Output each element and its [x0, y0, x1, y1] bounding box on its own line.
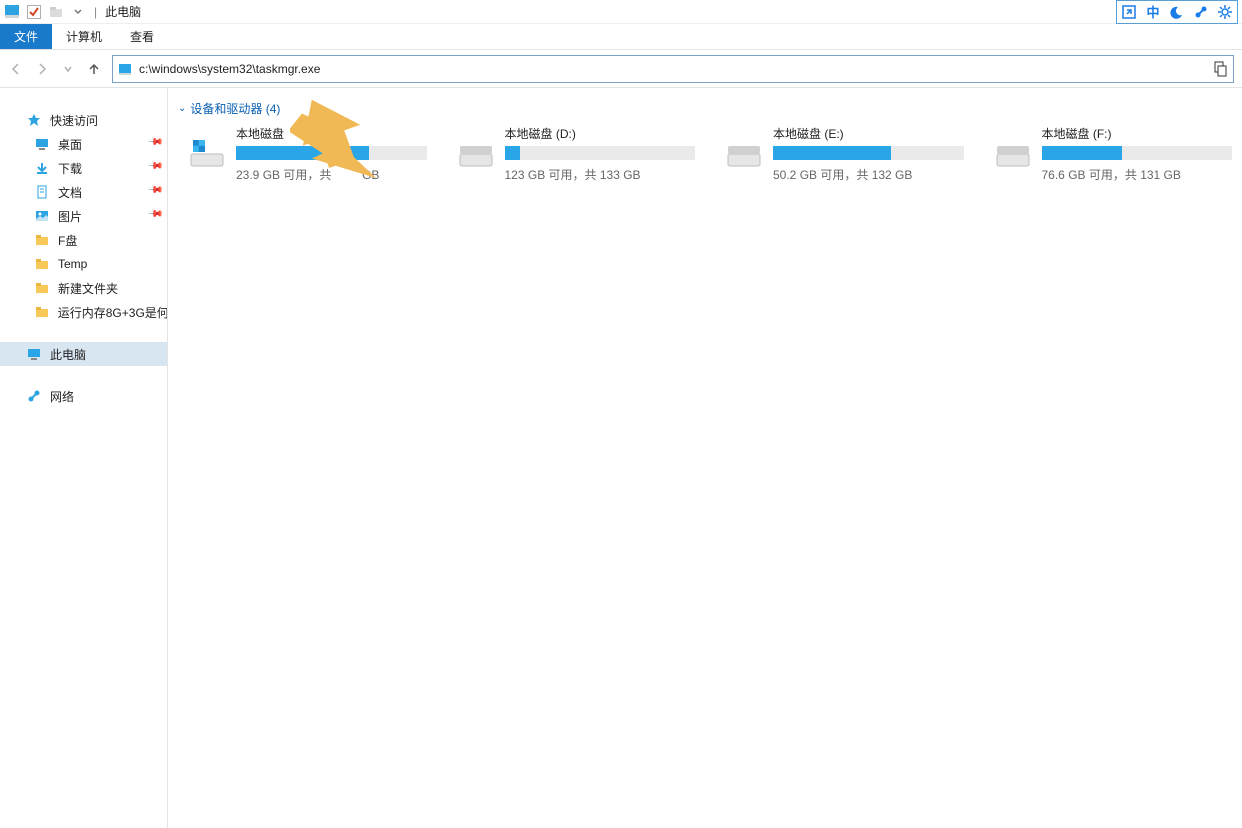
sidebar-item-label: 图片 [58, 208, 82, 225]
nav-forward-button[interactable] [34, 61, 50, 77]
tab-view[interactable]: 查看 [116, 24, 168, 49]
sidebar-pinned-list: 桌面 📌 下载 📌 文档 📌 图片 📌 [0, 132, 167, 324]
capacity-bar [236, 146, 427, 160]
title-separator: | [94, 5, 97, 19]
drive-icon [457, 135, 495, 173]
title-bar: | 此电脑 中 [0, 0, 1242, 24]
section-header-label: 设备和驱动器 (4) [190, 100, 280, 117]
sidebar-item-label: Temp [58, 257, 87, 271]
network-icon [26, 388, 42, 404]
drive-icon [725, 135, 763, 173]
sidebar-item-label: 桌面 [58, 136, 82, 153]
capacity-bar [773, 146, 964, 160]
sidebar-this-pc[interactable]: 此电脑 [0, 342, 167, 366]
capacity-fill [773, 146, 891, 160]
sidebar-item-label: 网络 [50, 388, 74, 405]
sidebar-item-label: 下载 [58, 160, 82, 177]
sidebar-item-downloads[interactable]: 下载 📌 [0, 156, 167, 180]
capacity-fill [1042, 146, 1122, 160]
capacity-fill [505, 146, 520, 160]
drive-name: 本地磁盘 (E:) [773, 125, 964, 142]
sidebar-item-pictures[interactable]: 图片 📌 [0, 204, 167, 228]
ribbon-tabs: 文件 计算机 查看 [0, 24, 1242, 50]
drive-stats: 23.9 GB 可用，共 xxxx GB [236, 166, 427, 183]
drive-name: 本地磁盘 (F:) [1042, 125, 1233, 142]
download-icon [34, 160, 50, 176]
drive-stats: 76.6 GB 可用，共 131 GB [1042, 166, 1233, 183]
drive-stats: 123 GB 可用，共 133 GB [505, 166, 696, 183]
drive-item[interactable]: 本地磁盘 (D:) 123 GB 可用，共 133 GB [457, 125, 696, 183]
tab-file[interactable]: 文件 [0, 24, 52, 49]
folder-icon [34, 280, 50, 296]
drive-icon [994, 135, 1032, 173]
drive-item[interactable]: 本地磁盘 (F:) 76.6 GB 可用，共 131 GB [994, 125, 1233, 183]
pictures-icon [34, 208, 50, 224]
drive-name: 本地磁盘 (D:) [505, 125, 696, 142]
pin-icon: 📌 [146, 182, 163, 199]
moon-icon[interactable] [1165, 1, 1189, 23]
drive-os-icon [188, 135, 226, 173]
drive-grid: 本地磁盘 23.9 GB 可用，共 xxxx GB 本地磁盘 (D:) [188, 125, 1232, 183]
copy-path-icon[interactable] [1211, 60, 1229, 78]
address-bar-icon [117, 61, 133, 77]
nav-recent-dropdown[interactable] [60, 61, 76, 77]
nav-row: c:\windows\system32\taskmgr.exe [0, 50, 1242, 88]
link-icon[interactable] [1189, 1, 1213, 23]
section-header-devices[interactable]: ⌄ 设备和驱动器 (4) [178, 100, 1232, 117]
drive-stats: 50.2 GB 可用，共 132 GB [773, 166, 964, 183]
capacity-bar [1042, 146, 1233, 160]
window-title: 此电脑 [105, 3, 141, 20]
navigation-pane: 快速访问 桌面 📌 下载 📌 文档 📌 [0, 88, 168, 828]
drive-item[interactable]: 本地磁盘 (E:) 50.2 GB 可用，共 132 GB [725, 125, 964, 183]
pin-icon: 📌 [146, 158, 163, 175]
capacity-fill [236, 146, 369, 160]
content-pane: ⌄ 设备和驱动器 (4) 本地磁盘 23.9 GB 可用，共 xxxx GB [168, 88, 1242, 828]
body-split: 快速访问 桌面 📌 下载 📌 文档 📌 [0, 88, 1242, 828]
sidebar-item-folder[interactable]: F盘 [0, 228, 167, 252]
expand-icon[interactable] [1117, 1, 1141, 23]
sidebar-network[interactable]: 网络 [0, 384, 167, 408]
chevron-down-icon: ⌄ [178, 103, 186, 114]
sidebar-item-documents[interactable]: 文档 📌 [0, 180, 167, 204]
ime-zhong-icon[interactable]: 中 [1141, 1, 1165, 23]
sidebar-item-label: F盘 [58, 232, 77, 249]
document-icon [34, 184, 50, 200]
folder-icon [34, 304, 50, 320]
capacity-bar [505, 146, 696, 160]
sidebar-item-label: 此电脑 [50, 346, 86, 363]
sidebar-quick-access[interactable]: 快速访问 [0, 108, 167, 132]
tab-computer[interactable]: 计算机 [52, 24, 116, 49]
gear-icon[interactable] [1213, 1, 1237, 23]
title-right-cluster: 中 [1116, 0, 1238, 24]
sidebar-item-label: 快速访问 [50, 112, 98, 129]
sidebar-group-quickaccess: 快速访问 桌面 📌 下载 📌 文档 📌 [0, 108, 167, 324]
sidebar-item-folder[interactable]: 运行内存8G+3G是何 [0, 300, 167, 324]
sidebar-group-network: 网络 [0, 384, 167, 408]
this-pc-icon [26, 346, 42, 362]
sidebar-item-label: 文档 [58, 184, 82, 201]
nav-up-button[interactable] [86, 61, 102, 77]
folder-small-icon[interactable] [48, 4, 64, 20]
qat-dropdown-icon[interactable] [70, 4, 86, 20]
sidebar-item-folder[interactable]: 新建文件夹 [0, 276, 167, 300]
drive-name: 本地磁盘 [236, 125, 427, 142]
sidebar-group-thispc: 此电脑 [0, 342, 167, 366]
address-path[interactable]: c:\windows\system32\taskmgr.exe [139, 62, 320, 76]
folder-icon [34, 256, 50, 272]
nav-back-button[interactable] [8, 61, 24, 77]
pin-icon: 📌 [146, 134, 163, 151]
desktop-icon [34, 136, 50, 152]
quick-access-toolbar: | [4, 4, 97, 20]
pin-icon: 📌 [146, 206, 163, 223]
address-bar[interactable]: c:\windows\system32\taskmgr.exe [112, 55, 1234, 83]
drive-item[interactable]: 本地磁盘 23.9 GB 可用，共 xxxx GB [188, 125, 427, 183]
sidebar-item-folder[interactable]: Temp [0, 252, 167, 276]
sidebar-item-label: 运行内存8G+3G是何 [58, 304, 167, 321]
checkbox-icon[interactable] [26, 4, 42, 20]
folder-icon [34, 232, 50, 248]
sidebar-item-desktop[interactable]: 桌面 📌 [0, 132, 167, 156]
sidebar-item-label: 新建文件夹 [58, 280, 118, 297]
star-icon [26, 112, 42, 128]
app-window-icon [4, 4, 20, 20]
